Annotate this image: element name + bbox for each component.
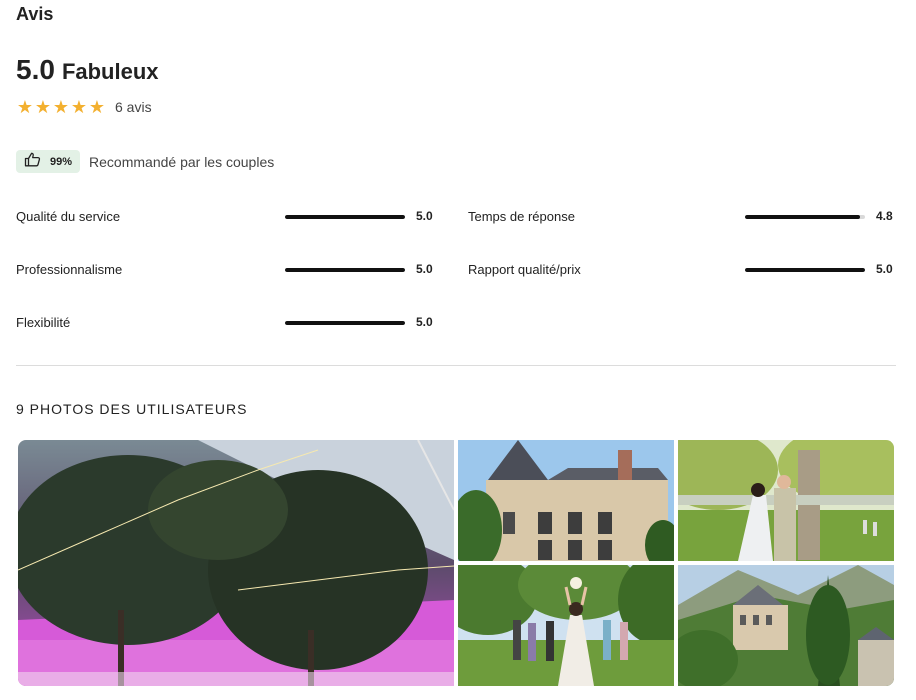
photo-bouquet-toss[interactable] (458, 565, 674, 686)
rating-bar (285, 215, 405, 219)
recommend-text: Recommandé par les couples (89, 153, 275, 170)
stars-line: ★ ★ ★ ★ ★ 6 avis (16, 98, 152, 116)
photo-chateau-facade[interactable] (458, 440, 674, 561)
rating-row: Temps de réponse (468, 206, 575, 226)
rating-bar (745, 215, 865, 219)
recommendation: 99% Recommandé par les couples (16, 150, 274, 173)
review-count: 6 avis (115, 99, 152, 115)
recommend-badge: 99% (16, 150, 81, 173)
photos-title: 9 PHOTOS DES UTILISATEURS (16, 401, 248, 417)
rating-fill (745, 215, 861, 219)
rating-fill (285, 321, 405, 325)
rating-fill (285, 268, 405, 272)
star-rating: ★ ★ ★ ★ ★ (16, 98, 106, 116)
overall-score: 5.0 Fabuleux (16, 54, 159, 86)
star-icon: ★ (16, 97, 34, 117)
rating-fill (285, 215, 405, 219)
rating-label: Flexibilité (16, 314, 71, 330)
divider (16, 365, 896, 366)
section-title: Avis (16, 4, 54, 24)
star-icon: ★ (88, 97, 106, 117)
star-icon: ★ (52, 97, 70, 117)
star-icon: ★ (34, 97, 52, 117)
rating-value: 5.0 (416, 315, 433, 329)
recommend-percent: 99% (50, 155, 73, 168)
rating-value: 5.0 (876, 262, 893, 276)
rating-label: Professionnalisme (16, 261, 123, 277)
score-label: Fabuleux (61, 59, 159, 84)
rating-bar (285, 321, 405, 325)
score-value: 5.0 (16, 54, 55, 85)
rating-bar (745, 268, 865, 272)
rating-value: 5.0 (416, 209, 433, 223)
photo-chateau-valley[interactable] (678, 565, 894, 686)
rating-value: 5.0 (416, 262, 433, 276)
thumbs-up-icon (24, 152, 41, 172)
star-icon: ★ (70, 97, 88, 117)
rating-label: Rapport qualité/prix (468, 261, 581, 277)
photo-tent-evening[interactable] (18, 440, 454, 686)
rating-label: Qualité du service (16, 208, 121, 224)
rating-row: Rapport qualité/prix (468, 259, 581, 279)
rating-row: Professionnalisme (16, 259, 122, 279)
rating-label: Temps de réponse (468, 208, 575, 224)
rating-bar (285, 268, 405, 272)
rating-row: Qualité du service (16, 206, 120, 226)
photo-couple-garden[interactable] (678, 440, 894, 561)
rating-fill (745, 268, 865, 272)
rating-value: 4.8 (876, 209, 893, 223)
rating-row: Flexibilité (16, 312, 70, 332)
